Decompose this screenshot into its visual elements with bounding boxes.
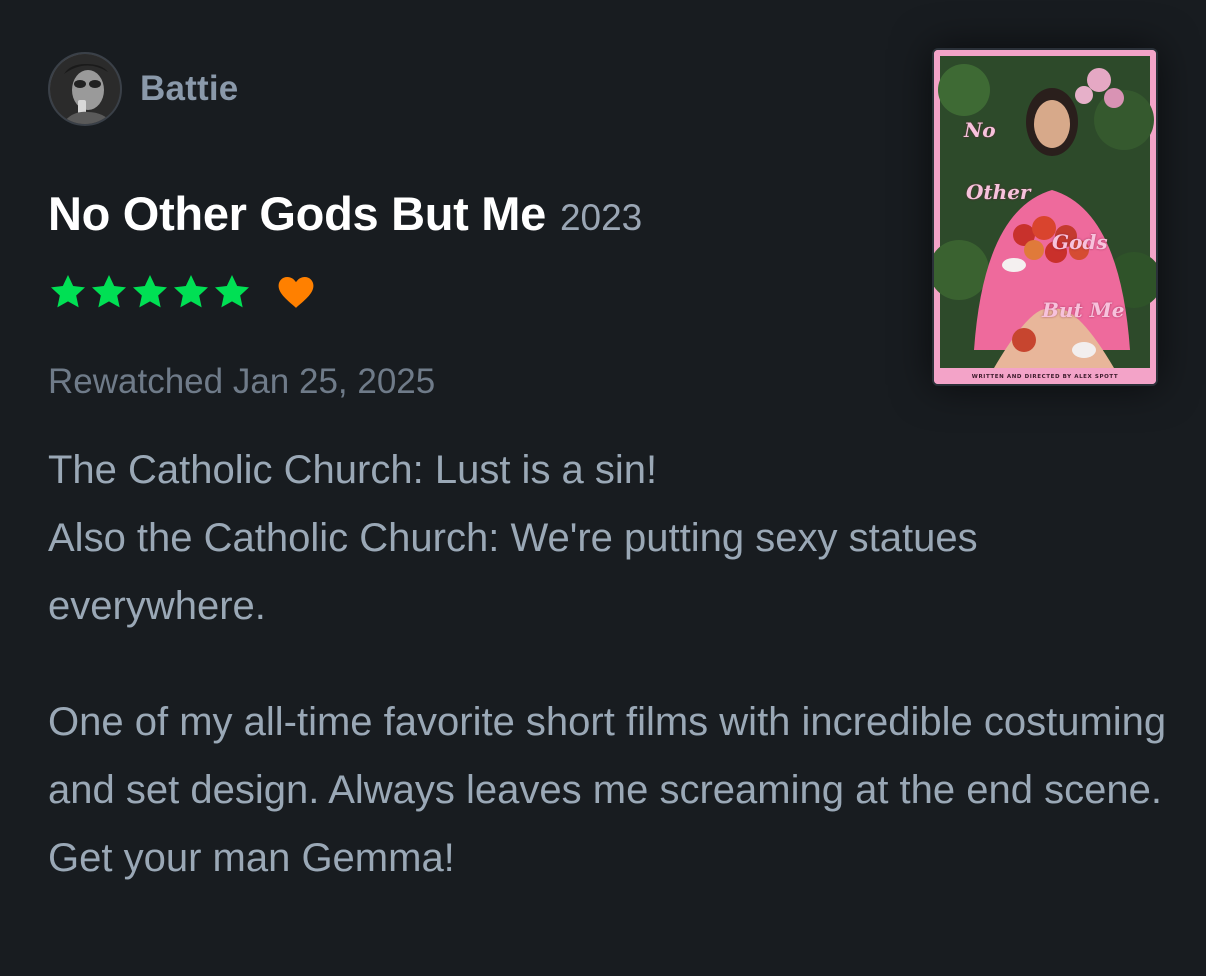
film-heading: No Other Gods But Me 2023 [48,186,642,241]
poster-title-word: Gods [1052,230,1108,254]
avatar-image [50,54,120,124]
film-year[interactable]: 2023 [560,197,642,239]
heart-icon [278,276,314,308]
review-paragraph: The Catholic Church: Lust is a sin! Also … [48,448,978,628]
poster-image [934,50,1156,384]
star-icon [174,275,208,308]
film-title[interactable]: No Other Gods But Me [48,186,546,241]
review-page: Battie No Other Gods But Me 2023 Rewatch… [0,0,1206,976]
film-poster[interactable]: No Other Gods But Me WRITTEN AND DIRECTE… [932,48,1158,386]
poster-title-word: Other [966,180,1031,204]
review-paragraph: One of my all-time favorite short films … [48,700,1167,880]
star-icon [51,275,85,308]
star-icon [133,275,167,308]
watched-date: Rewatched Jan 25, 2025 [48,362,436,401]
review-author[interactable]: Battie [48,52,238,126]
avatar[interactable] [48,52,122,126]
star-icon [215,275,249,308]
rating-row [48,272,315,312]
star-icon [92,275,126,308]
poster-title-word: No [964,118,996,142]
author-name[interactable]: Battie [140,69,238,109]
review-body: The Catholic Church: Lust is a sin! Also … [48,436,1168,940]
poster-credit: WRITTEN AND DIRECTED BY ALEX SPOTT [971,374,1119,380]
poster-title-word: But Me [1042,298,1125,322]
